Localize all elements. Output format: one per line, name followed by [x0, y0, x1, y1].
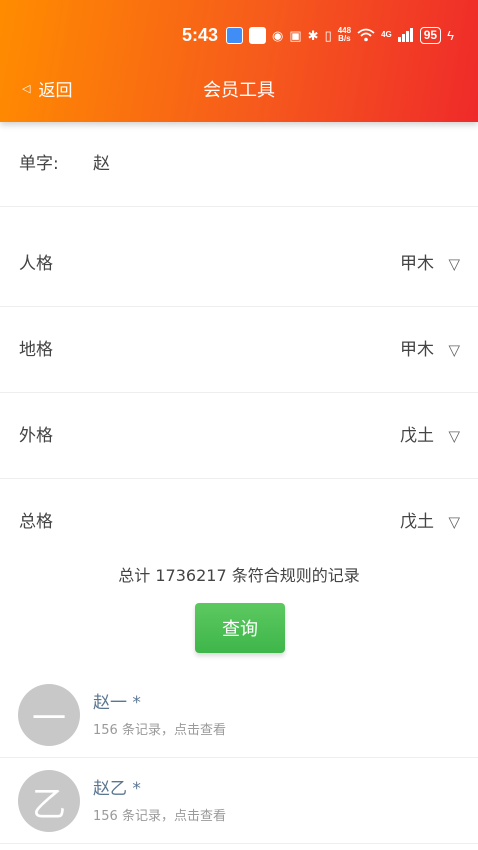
dropdown-arrow-icon[interactable]: ▽: [448, 480, 460, 565]
bluetooth-icon: ✱: [307, 27, 319, 43]
form-row-waige[interactable]: 外格 戊土 ▽: [0, 394, 478, 479]
back-arrow-icon: ◁: [22, 82, 31, 95]
avatar: 乙: [18, 770, 80, 832]
form-row-zongge[interactable]: 总格 戊土 ▽: [0, 480, 478, 565]
single-char-row: 单字: 赵: [0, 122, 478, 207]
net-speed: 448 B/s: [338, 27, 351, 43]
signal-icon: [397, 28, 413, 42]
form-row-dige[interactable]: 地格 甲木 ▽: [0, 308, 478, 393]
single-char-value: 赵: [93, 154, 110, 174]
renge-label: 人格: [19, 254, 53, 274]
notification-app-icon: [226, 26, 244, 44]
result-subtitle: 156 条记录，点击查看: [93, 809, 226, 824]
vibrate-icon: ▯: [324, 27, 332, 43]
eye-icon: ◉: [272, 27, 284, 43]
app-header: 5:43 ◉ ▣ ✱ ▯ 448 B/s 4G 95 ϟ ◁ 返回 会员工具: [0, 0, 478, 122]
dige-label: 地格: [19, 340, 53, 360]
status-bar: 5:43 ◉ ▣ ✱ ▯ 448 B/s 4G 95 ϟ: [182, 22, 454, 48]
list-item[interactable]: 一 赵一 * 156 条记录，点击查看: [0, 672, 478, 758]
net-speed-unit: B/s: [338, 34, 351, 43]
single-char-label: 单字:: [19, 154, 59, 174]
result-subtitle: 156 条记录，点击查看: [93, 723, 226, 738]
zongge-label: 总格: [19, 512, 53, 532]
list-item[interactable]: 乙 赵乙 * 156 条记录，点击查看: [0, 758, 478, 844]
nfc-icon: ▣: [289, 27, 302, 43]
charging-icon: ϟ: [447, 27, 454, 43]
back-button[interactable]: ◁ 返回: [22, 76, 72, 101]
back-label: 返回: [38, 81, 73, 101]
nav-bar: ◁ 返回 会员工具: [0, 70, 478, 110]
query-button[interactable]: 查询: [195, 603, 285, 653]
dropdown-arrow-icon[interactable]: ▽: [448, 308, 460, 393]
status-time: 5:43: [181, 24, 219, 45]
dropdown-arrow-icon[interactable]: ▽: [448, 394, 460, 479]
dropdown-arrow-icon[interactable]: ▽: [448, 222, 460, 307]
result-count-text: 总计 1736217 条符合规则的记录: [118, 566, 360, 585]
form-row-renge[interactable]: 人格 甲木 ▽: [0, 222, 478, 307]
zongge-select[interactable]: 戊土: [400, 480, 434, 565]
renge-select[interactable]: 甲木: [400, 222, 434, 307]
result-name: 赵一 *: [93, 693, 141, 713]
signal-type: 4G: [381, 30, 392, 39]
wifi-icon: [357, 28, 375, 42]
battery-indicator: 95: [419, 26, 442, 44]
waige-label: 外格: [19, 426, 53, 446]
waige-select[interactable]: 戊土: [400, 394, 434, 479]
notification-search-icon: [249, 26, 267, 44]
avatar: 一: [18, 684, 80, 746]
dige-select[interactable]: 甲木: [400, 308, 434, 393]
result-name: 赵乙 *: [93, 779, 141, 799]
